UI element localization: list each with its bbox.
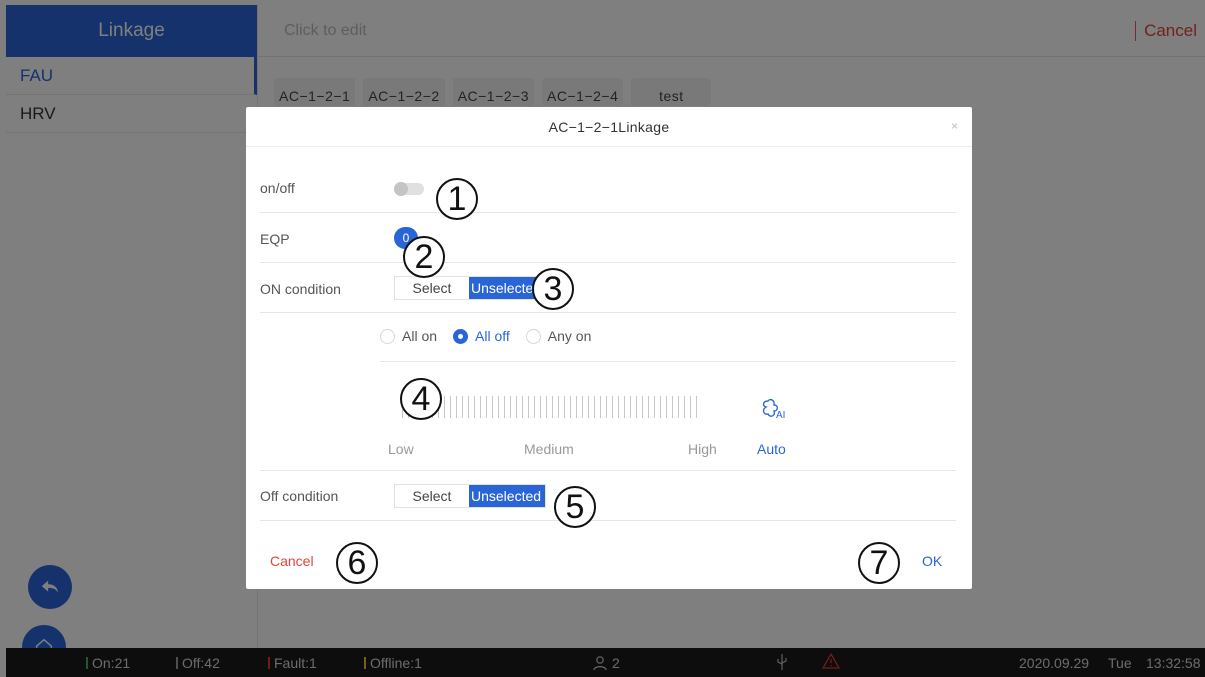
dialog-cancel-button[interactable]: Cancel <box>270 553 314 569</box>
linkage-mode-group: All on All off Any on <box>380 328 597 344</box>
callout-2: 2 <box>403 236 445 278</box>
onoff-row: on/off <box>260 147 956 213</box>
speed-medium-label[interactable]: Medium <box>524 441 574 457</box>
eqp-row: EQP 0 <box>260 213 956 263</box>
radio-button[interactable] <box>453 328 469 344</box>
dialog-ok-button[interactable]: OK <box>922 553 942 569</box>
radio-all-off[interactable]: All off <box>453 328 510 344</box>
dialog-title: AC−1−2−1Linkage <box>246 107 972 147</box>
on-condition-selector: Select Unselected <box>394 276 546 300</box>
switch-knob <box>394 182 408 196</box>
onoff-label: on/off <box>260 180 295 196</box>
fan-speed-slider[interactable] <box>402 396 702 418</box>
on-condition-row: ON condition Select Unselected <box>260 263 956 313</box>
off-condition-select-button[interactable]: Select <box>395 485 469 507</box>
onoff-switch[interactable] <box>394 182 424 196</box>
radio-label: All off <box>475 328 510 344</box>
speed-low-label[interactable]: Low <box>388 441 414 457</box>
off-condition-label: Off condition <box>260 488 339 504</box>
fan-ai-icon[interactable]: AI <box>760 397 790 421</box>
callout-1: 1 <box>436 178 478 220</box>
callout-7: 7 <box>858 542 900 584</box>
callout-3: 3 <box>532 268 574 310</box>
speed-high-label[interactable]: High <box>688 441 717 457</box>
radio-label: All on <box>402 328 438 344</box>
close-icon[interactable]: × <box>951 119 958 133</box>
radio-button[interactable] <box>525 328 541 344</box>
speed-auto-label[interactable]: Auto <box>757 441 786 457</box>
eqp-label: EQP <box>260 231 290 247</box>
off-condition-selector: Select Unselected <box>394 484 546 508</box>
off-condition-unselected-button[interactable]: Unselected <box>469 485 545 507</box>
ai-badge-text: AI <box>776 410 785 421</box>
radio-button[interactable] <box>380 328 395 344</box>
callout-5: 5 <box>554 486 596 528</box>
callout-6: 6 <box>336 542 378 584</box>
on-condition-select-button[interactable]: Select <box>395 277 469 299</box>
callout-4: 4 <box>400 378 442 420</box>
radio-label: Any on <box>547 328 592 344</box>
linkage-dialog: AC−1−2−1Linkage × on/off EQP 0 ON condit… <box>246 107 972 589</box>
radio-all-on[interactable]: All on <box>380 328 437 344</box>
on-condition-label: ON condition <box>260 281 341 297</box>
radio-any-on[interactable]: Any on <box>525 328 592 344</box>
off-condition-row: Off condition Select Unselected <box>260 471 956 521</box>
